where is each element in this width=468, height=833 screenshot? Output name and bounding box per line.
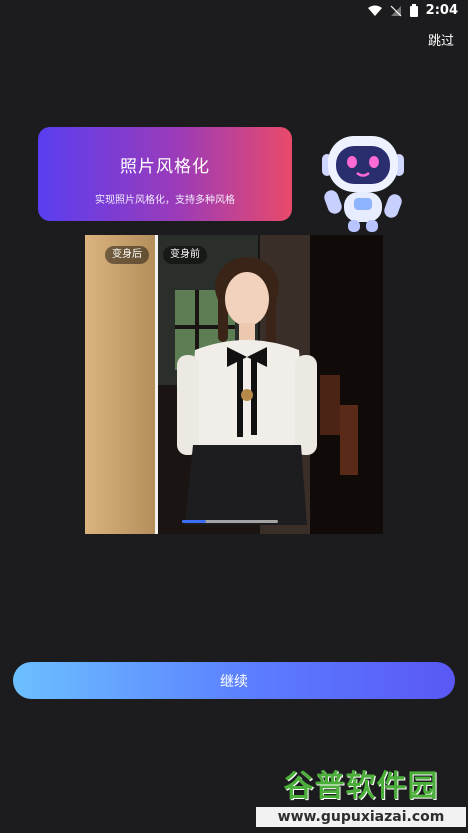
comparison-divider[interactable] <box>155 235 158 534</box>
watermark-url: www.gupuxiazai.com <box>256 807 466 827</box>
skip-button[interactable]: 跳过 <box>428 30 454 49</box>
status-bar: 2:04 <box>0 0 468 22</box>
feature-title: 照片风格化 <box>120 157 210 177</box>
preview-progress-track <box>182 520 278 523</box>
no-signal-icon <box>390 5 402 16</box>
status-icons: 2:04 <box>367 3 458 18</box>
preview-image <box>85 235 383 534</box>
status-time: 2:04 <box>425 3 458 18</box>
preview-progress-fill <box>182 520 206 523</box>
style-preview[interactable]: 变身后 变身前 <box>85 235 383 534</box>
robot-mascot-icon <box>322 136 404 232</box>
site-watermark: 谷普软件园 www.gupuxiazai.com <box>256 757 466 831</box>
before-badge: 变身前 <box>163 246 207 264</box>
wifi-icon <box>367 5 382 16</box>
battery-icon <box>409 4 418 17</box>
feature-card: 照片风格化 实现照片风格化，支持多种风格 <box>38 127 292 221</box>
continue-button[interactable]: 继续 <box>13 662 455 699</box>
after-badge: 变身后 <box>105 246 149 264</box>
feature-subtitle: 实现照片风格化，支持多种风格 <box>95 195 235 206</box>
watermark-title: 谷普软件园 <box>283 769 439 804</box>
